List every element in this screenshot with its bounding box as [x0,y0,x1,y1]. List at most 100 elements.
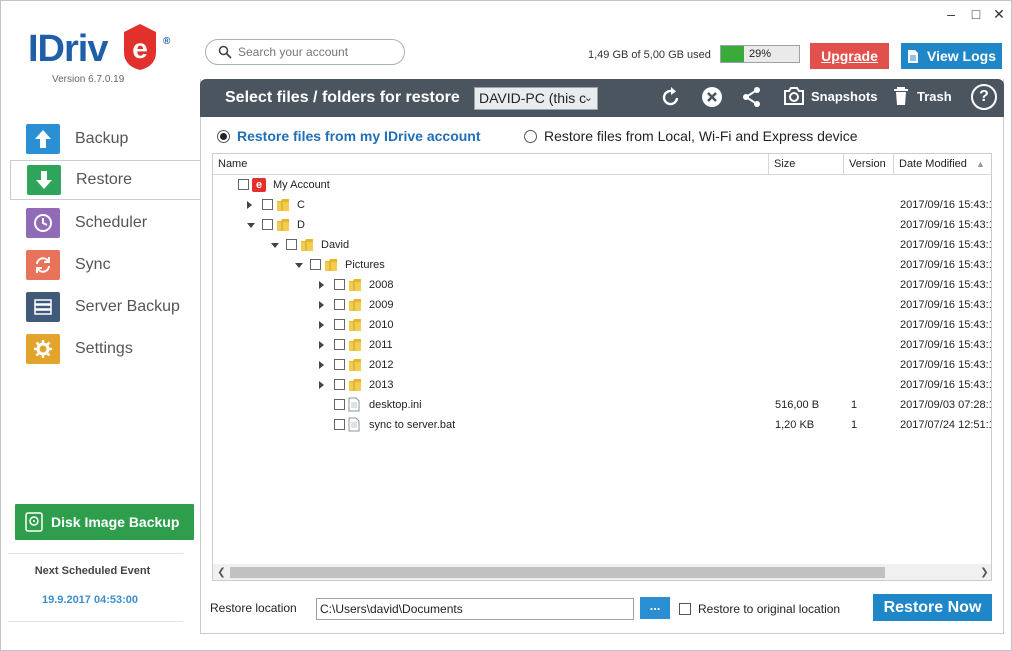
table-row[interactable]: Pictures 2017/09/16 15:43:1 [213,255,991,275]
table-row[interactable]: 2008 2017/09/16 15:43:1 [213,275,991,295]
scrollbar-thumb[interactable] [230,567,885,578]
row-checkbox[interactable] [334,399,345,410]
page-title: Select files / folders for restore [225,89,460,106]
cancel-button[interactable] [701,86,723,108]
horizontal-scrollbar[interactable]: ❮ ❯ [213,564,991,580]
row-checkbox[interactable] [334,339,345,350]
table-row[interactable]: 2013 2017/09/16 15:43:1 [213,375,991,395]
storage-usage-percent: 29% [748,48,772,60]
table-row[interactable]: D 2017/09/16 15:43:1 [213,215,991,235]
scroll-right-icon[interactable]: ❯ [976,564,991,580]
close-button[interactable]: ✕ [989,6,1009,22]
device-select[interactable]: DAVID-PC (this c ⌄ [474,87,598,110]
minimize-button[interactable]: – [941,6,961,22]
refresh-icon [662,87,679,106]
column-header-date-modified[interactable]: Date Modified ▲ [894,154,991,175]
restore-location-input[interactable] [316,598,634,620]
expand-arrow-icon[interactable] [319,381,324,389]
expand-arrow-icon[interactable] [319,321,324,329]
expand-arrow-icon[interactable] [319,301,324,309]
row-checkbox[interactable] [310,259,321,270]
sidebar-item-sync[interactable]: Sync [10,245,200,285]
column-header-version[interactable]: Version [844,154,894,175]
table-row[interactable]: 2009 2017/09/16 15:43:1 [213,295,991,315]
view-logs-label: View Logs [927,48,996,64]
row-checkbox[interactable] [334,319,345,330]
checkbox[interactable] [679,603,691,615]
row-checkbox[interactable] [334,379,345,390]
storage-usage-text: 1,49 GB of 5,00 GB used [588,49,711,61]
sidebar-item-settings[interactable]: Settings [10,329,200,369]
trash-button[interactable]: Trash [893,86,952,106]
restore-original-location-option[interactable]: Restore to original location [679,602,840,616]
folder-icon [324,258,338,272]
help-button[interactable]: ? [971,84,997,110]
share-button[interactable] [742,86,762,108]
sidebar-item-restore[interactable]: Restore [10,160,200,200]
refresh-button[interactable] [661,86,681,108]
restore-from-local-option[interactable]: Restore files from Local, Wi-Fi and Expr… [524,128,858,144]
table-row[interactable]: sync to server.bat 1,20 KB 1 2017/07/24 12:… [213,415,991,435]
expand-arrow-icon[interactable] [319,341,324,349]
table-row[interactable]: David 2017/09/16 15:43:1 [213,235,991,255]
collapse-arrow-icon[interactable] [295,263,303,268]
maximize-button[interactable]: □ [966,6,986,22]
restore-from-account-option[interactable]: Restore files from my IDrive account [217,128,481,144]
disk-image-backup-label: Disk Image Backup [51,514,180,530]
browse-button[interactable]: ... [640,597,670,619]
column-header-size[interactable]: Size [769,154,844,175]
sidebar-item-label: Restore [76,171,133,188]
collapse-arrow-icon[interactable] [247,223,255,228]
disk-icon [25,512,43,532]
row-checkbox[interactable] [262,199,273,210]
table-row[interactable]: 2010 2017/09/16 15:43:1 [213,315,991,335]
row-checkbox[interactable] [334,419,345,430]
row-checkbox[interactable] [286,239,297,250]
folder-icon [276,198,290,212]
snapshots-button[interactable]: Snapshots [783,86,877,106]
gear-icon [26,334,60,364]
row-checkbox[interactable] [334,279,345,290]
folder-icon [348,378,362,392]
collapse-arrow-icon[interactable] [271,243,279,248]
expand-arrow-icon[interactable] [247,201,252,209]
trash-icon [894,87,908,105]
row-checkbox[interactable] [262,219,273,230]
row-date-modified: 2017/09/16 15:43:1 [900,359,992,371]
table-header: Name Size Version Date Modified ▲ [213,154,991,175]
sidebar-item-backup[interactable]: Backup [10,119,200,159]
restore-now-button[interactable]: Restore Now [873,594,992,621]
table-row[interactable]: 2012 2017/09/16 15:43:1 [213,355,992,375]
expand-arrow-icon[interactable] [319,281,324,289]
row-checkbox[interactable] [238,179,249,190]
row-version: 1 [851,419,858,431]
view-logs-button[interactable]: View Logs [901,43,1002,69]
table-row[interactable]: 2011 2017/09/16 15:43:1 [213,335,991,355]
sidebar-item-scheduler[interactable]: Scheduler [10,203,200,243]
table-row[interactable]: C 2017/09/16 15:43:1 [213,195,991,215]
search-input[interactable] [238,45,398,59]
folder-icon [348,278,362,292]
file-icon [348,397,360,412]
download-arrow-icon [27,165,61,195]
upgrade-button[interactable]: Upgrade [810,43,889,69]
server-icon [26,292,60,322]
table-row[interactable]: desktop.ini 516,00 B 1 2017/09/03 07:28:1 [213,395,991,415]
expand-arrow-icon[interactable] [319,361,324,369]
sync-icon [26,250,60,280]
search-icon [218,45,232,59]
row-checkbox[interactable] [334,359,345,370]
version-label: Version 6.7.0.19 [52,74,125,85]
scroll-left-icon[interactable]: ❮ [213,564,230,580]
restore-from-local-label: Restore files from Local, Wi-Fi and Expr… [544,128,858,144]
help-icon: ? [979,88,989,105]
row-checkbox[interactable] [334,299,345,310]
disk-image-backup-button[interactable]: Disk Image Backup [15,504,194,540]
column-header-name[interactable]: Name [213,154,769,175]
search-box[interactable] [205,39,405,65]
sidebar-item-server-backup[interactable]: Server Backup [10,287,200,327]
table-row[interactable]: e My Account [213,175,991,195]
next-scheduled-time: 19.9.2017 04:53:00 [41,594,139,606]
trash-label: Trash [917,88,952,104]
snapshots-label: Snapshots [811,88,878,104]
